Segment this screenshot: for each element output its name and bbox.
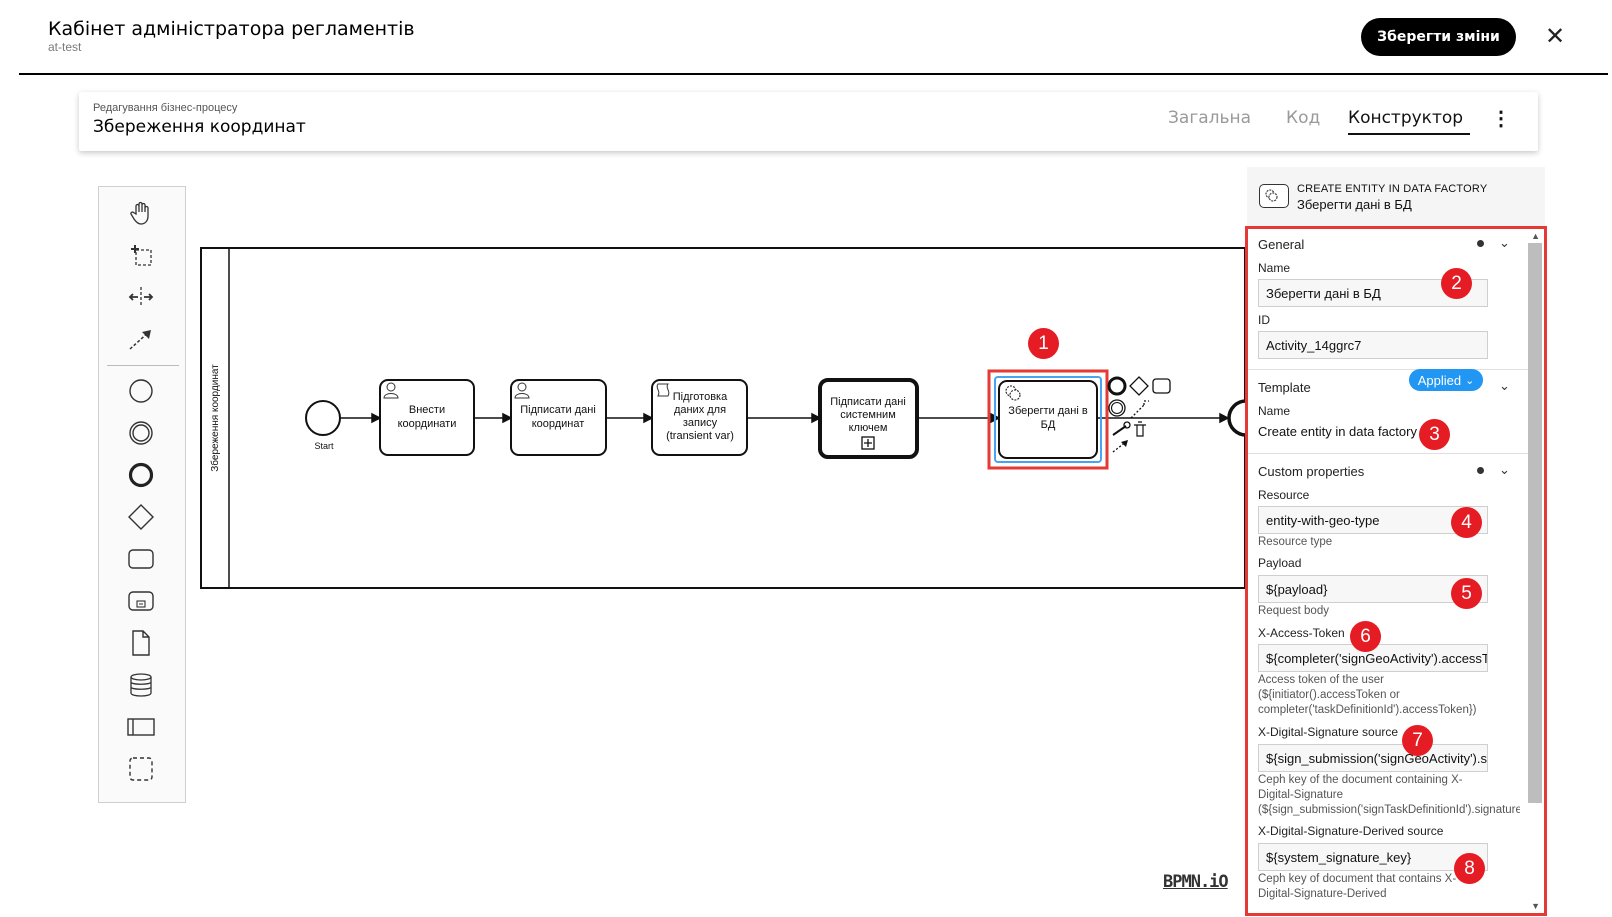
- task-label-line: Підписати дані: [830, 396, 906, 408]
- group-has-values-indicator: [1477, 467, 1484, 474]
- process-name: Збереження координат: [93, 117, 306, 137]
- task-label-line: координати: [398, 418, 457, 430]
- digital-signature-description: Ceph key of the document containing X- D…: [1258, 774, 1520, 816]
- access-token-description: Access token of the user (${initiator().…: [1258, 674, 1477, 716]
- chevron-down-icon[interactable]: ⌄: [1499, 462, 1510, 478]
- group-icon[interactable]: [121, 751, 161, 787]
- marker-6: 6: [1350, 621, 1381, 652]
- gateway-icon[interactable]: [121, 499, 161, 535]
- close-icon[interactable]: ✕: [1544, 25, 1566, 49]
- save-changes-button[interactable]: Зберегти зміни: [1361, 18, 1516, 56]
- call-activity-sign-system-key[interactable]: Підписати дані системним ключем: [818, 378, 919, 459]
- marker-7: 7: [1402, 725, 1433, 756]
- lasso-tool-icon[interactable]: [121, 237, 161, 273]
- bpmn-io-logo[interactable]: BPMN.iO: [1163, 872, 1229, 892]
- scrollbar[interactable]: [1528, 243, 1542, 803]
- task-label-line: запису: [683, 417, 718, 429]
- name-label: Name: [1258, 261, 1291, 275]
- intermediate-event-icon[interactable]: [121, 415, 161, 451]
- payload-description: Request body: [1258, 605, 1329, 617]
- chevron-down-icon: ⌄: [1465, 374, 1475, 387]
- element-type-label: CREATE ENTITY IN DATA FACTORY: [1297, 183, 1488, 195]
- append-task-icon: [1152, 378, 1171, 394]
- task-save-to-db[interactable]: Зберегти дані в БД: [987, 369, 1109, 470]
- task-icon[interactable]: [121, 541, 161, 577]
- scroll-up-arrow-icon[interactable]: ▲: [1531, 231, 1540, 241]
- task-label-line: Внести: [409, 404, 445, 416]
- more-vertical-icon[interactable]: ⋮: [1491, 108, 1511, 130]
- service-task-icon: [1259, 184, 1289, 208]
- template-name-value: Create entity in data factory: [1258, 424, 1417, 439]
- digital-signature-input[interactable]: ${sign_submission('signGeoActivity').sig…: [1258, 744, 1488, 772]
- resource-label: Resource: [1258, 488, 1310, 502]
- task-enter-coordinates[interactable]: Внести координати: [379, 379, 475, 456]
- marker-1: 1: [1028, 328, 1059, 359]
- tab-constructor[interactable]: Конструктор: [1348, 108, 1463, 128]
- append-end-event-icon: [1107, 376, 1127, 396]
- group-separator: [1248, 369, 1528, 370]
- hand-tool-icon[interactable]: [121, 195, 161, 231]
- tab-general[interactable]: Загальна: [1168, 108, 1251, 128]
- header-divider: [19, 73, 1608, 75]
- task-label-line: БД: [1041, 419, 1056, 431]
- end-event-icon[interactable]: [121, 457, 161, 493]
- tab-code[interactable]: Код: [1286, 108, 1320, 128]
- task-label-line: Підготовка: [673, 391, 728, 403]
- task-label-line: системним: [840, 409, 896, 421]
- resource-description: Resource type: [1258, 536, 1333, 548]
- element-name-label: Зберегти дані в БД: [1297, 197, 1412, 212]
- id-input[interactable]: Activity_14ggrc7: [1258, 331, 1488, 359]
- group-separator: [1248, 453, 1528, 454]
- group-has-values-indicator: [1477, 240, 1484, 247]
- marker-8: 8: [1454, 853, 1485, 884]
- task-label-line: даних для: [674, 404, 726, 416]
- app-title: Кабінет адміністратора регламентів: [48, 18, 415, 40]
- properties-header: CREATE ENTITY IN DATA FACTORY Зберегти д…: [1247, 167, 1545, 227]
- process-card: Редагування бізнес-процесу Збереження ко…: [79, 92, 1538, 151]
- scroll-down-arrow-icon[interactable]: ▼: [1531, 901, 1540, 911]
- app-subtitle: at-test: [48, 40, 82, 54]
- properties-scroll-area[interactable]: General ⌄ Name Зберегти дані в БД ID Act…: [1248, 229, 1528, 913]
- payload-label: Payload: [1258, 556, 1302, 570]
- task-label-line: координат: [532, 418, 585, 430]
- id-label: ID: [1258, 313, 1270, 327]
- template-applied-badge[interactable]: Applied ⌄: [1409, 369, 1483, 391]
- palette-separator: [107, 365, 179, 366]
- process-caption: Редагування бізнес-процесу: [93, 102, 238, 114]
- task-label-line: (transient var): [666, 430, 734, 442]
- start-event-icon[interactable]: [121, 373, 161, 409]
- subprocess-icon[interactable]: [121, 583, 161, 619]
- template-name-label: Name: [1258, 404, 1291, 418]
- applied-badge-label: Applied: [1417, 372, 1462, 388]
- access-token-label: X-Access-Token: [1258, 626, 1345, 640]
- connect-tool-icon[interactable]: [121, 321, 161, 357]
- chevron-down-icon[interactable]: ⌄: [1499, 235, 1510, 251]
- group-custom-properties-title[interactable]: Custom properties: [1258, 464, 1364, 479]
- task-label-line: Зберегти дані в: [1008, 405, 1088, 417]
- task-prepare-data[interactable]: Підготовка даних для запису (transient v…: [651, 379, 748, 456]
- pool-icon[interactable]: [121, 709, 161, 745]
- group-template-title[interactable]: Template: [1258, 380, 1311, 395]
- start-event[interactable]: [305, 400, 341, 436]
- marker-3: 3: [1419, 419, 1450, 450]
- active-tab-indicator: [1348, 133, 1470, 135]
- task-sign-coordinates[interactable]: Підписати дані координат: [510, 379, 607, 456]
- task-label-line: Підписати дані: [520, 404, 596, 416]
- marker-5: 5: [1451, 578, 1482, 609]
- group-general-title[interactable]: General: [1258, 237, 1304, 252]
- space-tool-icon[interactable]: [121, 279, 161, 315]
- chevron-down-icon[interactable]: ⌄: [1499, 378, 1510, 394]
- digital-signature-derived-label: X-Digital-Signature-Derived source: [1258, 824, 1444, 838]
- app-header: Кабінет адміністратора регламентів at-te…: [0, 0, 1612, 75]
- data-object-icon[interactable]: [121, 625, 161, 661]
- tool-palette: [98, 186, 186, 803]
- task-label-line: ключем: [849, 422, 888, 434]
- marker-4: 4: [1451, 507, 1482, 538]
- properties-panel: General ⌄ Name Зберегти дані в БД ID Act…: [1245, 226, 1547, 916]
- marker-2: 2: [1441, 268, 1472, 299]
- digital-signature-label: X-Digital-Signature source: [1258, 725, 1399, 739]
- data-store-icon[interactable]: [121, 667, 161, 703]
